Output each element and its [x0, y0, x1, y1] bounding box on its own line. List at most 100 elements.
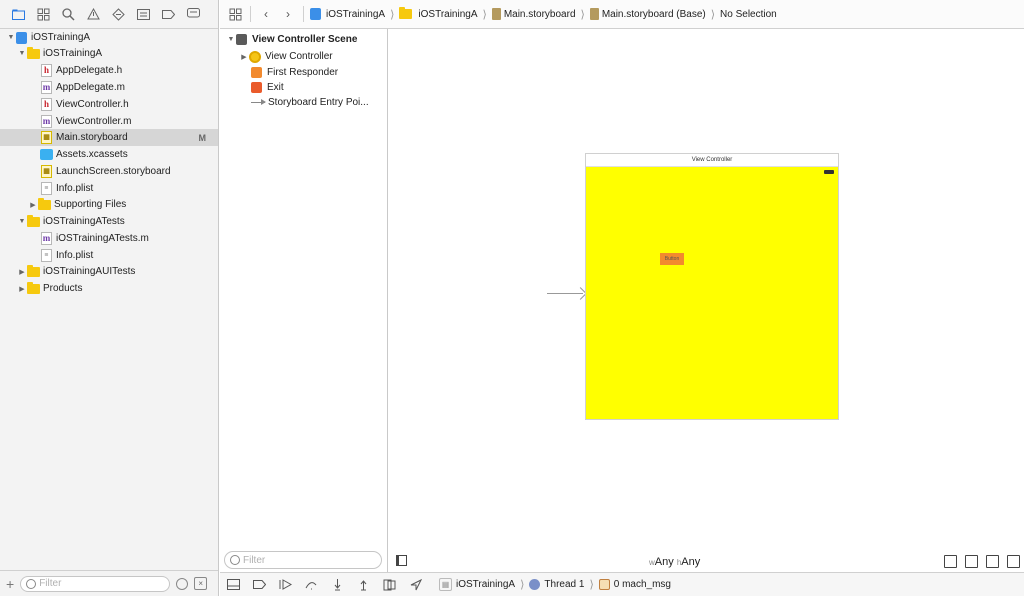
file-tree: ▼ iOSTrainingA ▼ iOSTrainingA h AppDeleg…: [0, 29, 218, 570]
tree-row-label: iOSTrainingATests.m: [56, 233, 149, 244]
tree-row-file[interactable]: ▦ LaunchScreen.storyboard: [0, 163, 218, 180]
debug-target-label[interactable]: iOSTrainingA: [456, 579, 515, 590]
breadcrumb-localization[interactable]: Main.storyboard (Base): [589, 8, 706, 20]
forward-chevron-icon[interactable]: ›: [279, 5, 297, 23]
report-icon[interactable]: [184, 5, 203, 24]
tree-row-label: iOSTrainingATests: [43, 216, 125, 227]
tree-row-folder[interactable]: ▼ iOSTrainingA: [0, 45, 218, 62]
disclosure-closed-icon[interactable]: ▶: [239, 53, 249, 61]
location-icon[interactable]: [409, 578, 422, 591]
resolve-issues-icon[interactable]: [1007, 555, 1020, 568]
chevron-right-icon: ⟩: [580, 8, 585, 21]
breadcrumb-label: Main.storyboard (Base): [601, 8, 706, 20]
debug-frame-label[interactable]: 0 mach_msg: [614, 579, 671, 590]
first-responder-icon: [251, 67, 262, 78]
continue-icon[interactable]: [279, 578, 292, 591]
tree-row-file[interactable]: h ViewController.h: [0, 96, 218, 113]
search-icon[interactable]: [59, 5, 78, 24]
tree-row-file[interactable]: ≡ Info.plist: [0, 180, 218, 197]
navigator-filter-input[interactable]: Filter: [20, 575, 171, 592]
breadcrumb-group[interactable]: iOSTrainingA: [399, 7, 478, 20]
navigator-tabs: [0, 0, 218, 29]
pin-icon[interactable]: [986, 555, 999, 568]
tree-row-file[interactable]: m iOSTrainingATests.m: [0, 230, 218, 247]
source-control-icon[interactable]: [34, 5, 53, 24]
step-into-icon[interactable]: [331, 578, 344, 591]
view-hierarchy-icon[interactable]: [383, 578, 396, 591]
outline-scene[interactable]: ▼ View Controller Scene: [220, 32, 387, 47]
storyboard-button[interactable]: Button: [660, 253, 684, 265]
view-controller-frame[interactable]: View Controller Button: [585, 153, 839, 420]
breakpoint-icon[interactable]: [159, 5, 178, 24]
disclosure-open-icon[interactable]: ▼: [17, 218, 27, 225]
outline-item-first-responder[interactable]: First Responder: [220, 65, 387, 80]
disclosure-open-icon[interactable]: ▼: [226, 36, 236, 43]
tree-row-folder[interactable]: ▶ Supporting Files: [0, 196, 218, 213]
filter-placeholder: Filter: [243, 554, 266, 566]
debug-icon[interactable]: [134, 5, 153, 24]
stack-icon[interactable]: [944, 555, 957, 568]
breakpoints-toggle-icon[interactable]: [253, 578, 266, 591]
tree-row-folder[interactable]: ▶ Products: [0, 280, 218, 297]
folder-icon[interactable]: [9, 5, 28, 24]
tree-row-folder[interactable]: ▶ iOSTrainingAUITests: [0, 263, 218, 280]
add-icon[interactable]: +: [6, 576, 14, 592]
tree-row-label: Info.plist: [56, 183, 94, 194]
project-icon: [310, 8, 321, 20]
disclosure-closed-icon[interactable]: ▶: [17, 285, 27, 293]
header-file-icon: h: [41, 64, 52, 77]
breadcrumb-project[interactable]: iOSTrainingA: [310, 8, 385, 20]
step-over-icon[interactable]: [305, 578, 318, 591]
outline-item-label: View Controller: [265, 51, 333, 62]
breadcrumb-label: iOSTrainingA: [418, 8, 478, 20]
breadcrumb-file[interactable]: Main.storyboard: [491, 8, 576, 20]
warning-icon[interactable]: [84, 5, 103, 24]
test-icon[interactable]: [109, 5, 128, 24]
view-controller-icon: [249, 50, 261, 63]
tree-row-file[interactable]: h AppDelegate.h: [0, 62, 218, 79]
back-chevron-icon[interactable]: ‹: [257, 5, 275, 23]
storyboard-file-icon: ▦: [41, 165, 52, 178]
tree-row-label: Products: [43, 283, 83, 294]
recent-files-icon[interactable]: [176, 577, 189, 590]
view-controller-view[interactable]: Button: [586, 167, 838, 419]
jump-bar: ‹ › iOSTrainingA ⟩ iOSTrainingA ⟩ Main.s…: [220, 0, 1024, 29]
tree-row-file[interactable]: Assets.xcassets: [0, 146, 218, 163]
tree-row-label: LaunchScreen.storyboard: [56, 166, 171, 177]
outline-item-view-controller[interactable]: ▶ View Controller: [220, 49, 387, 64]
storyboard-canvas[interactable]: View Controller Button wAny hAny: [389, 29, 1024, 572]
hide-debug-area-icon[interactable]: [227, 578, 240, 591]
entry-point-arrow[interactable]: [547, 293, 583, 294]
tree-row-label: Assets.xcassets: [56, 149, 128, 160]
related-items-icon[interactable]: [226, 5, 244, 23]
disclosure-open-icon[interactable]: ▼: [6, 34, 16, 41]
disclosure-open-icon[interactable]: ▼: [17, 50, 27, 57]
step-out-icon[interactable]: [357, 578, 370, 591]
outline-item-label: Storyboard Entry Poi...: [268, 97, 369, 108]
plist-file-icon: ≡: [41, 182, 52, 195]
outline-item-entry-point[interactable]: Storyboard Entry Poi...: [220, 95, 387, 110]
outline-scene-title: View Controller Scene: [252, 34, 358, 45]
divider: [250, 6, 251, 22]
tree-row-label: ViewController.m: [56, 116, 132, 127]
breadcrumb-label: Main.storyboard: [503, 8, 576, 20]
disclosure-closed-icon[interactable]: ▶: [28, 201, 38, 209]
folder-icon: [27, 46, 40, 59]
tree-row-folder[interactable]: ▼ iOSTrainingATests: [0, 213, 218, 230]
outline-filter-input[interactable]: Filter: [224, 551, 382, 569]
tree-row-label: iOSTrainingA: [43, 48, 103, 59]
tree-row-file[interactable]: ≡ Info.plist: [0, 247, 218, 264]
tree-row-project[interactable]: ▼ iOSTrainingA: [0, 29, 218, 46]
tree-row-file[interactable]: m AppDelegate.m: [0, 79, 218, 96]
outline-toggle-icon[interactable]: [396, 555, 407, 566]
disclosure-closed-icon[interactable]: ▶: [17, 268, 27, 276]
breadcrumb-selection[interactable]: No Selection: [720, 9, 777, 20]
tree-row-file[interactable]: m ViewController.m: [0, 113, 218, 130]
outline-item-exit[interactable]: Exit: [220, 80, 387, 95]
scm-filter-icon[interactable]: ×: [194, 577, 208, 590]
size-class-control[interactable]: wAny hAny: [649, 556, 700, 568]
debug-thread-label[interactable]: Thread 1: [544, 579, 584, 590]
align-icon[interactable]: [965, 555, 978, 568]
tree-row-file-selected[interactable]: ▦ Main.storyboard M: [0, 129, 218, 146]
divider: [303, 6, 304, 22]
